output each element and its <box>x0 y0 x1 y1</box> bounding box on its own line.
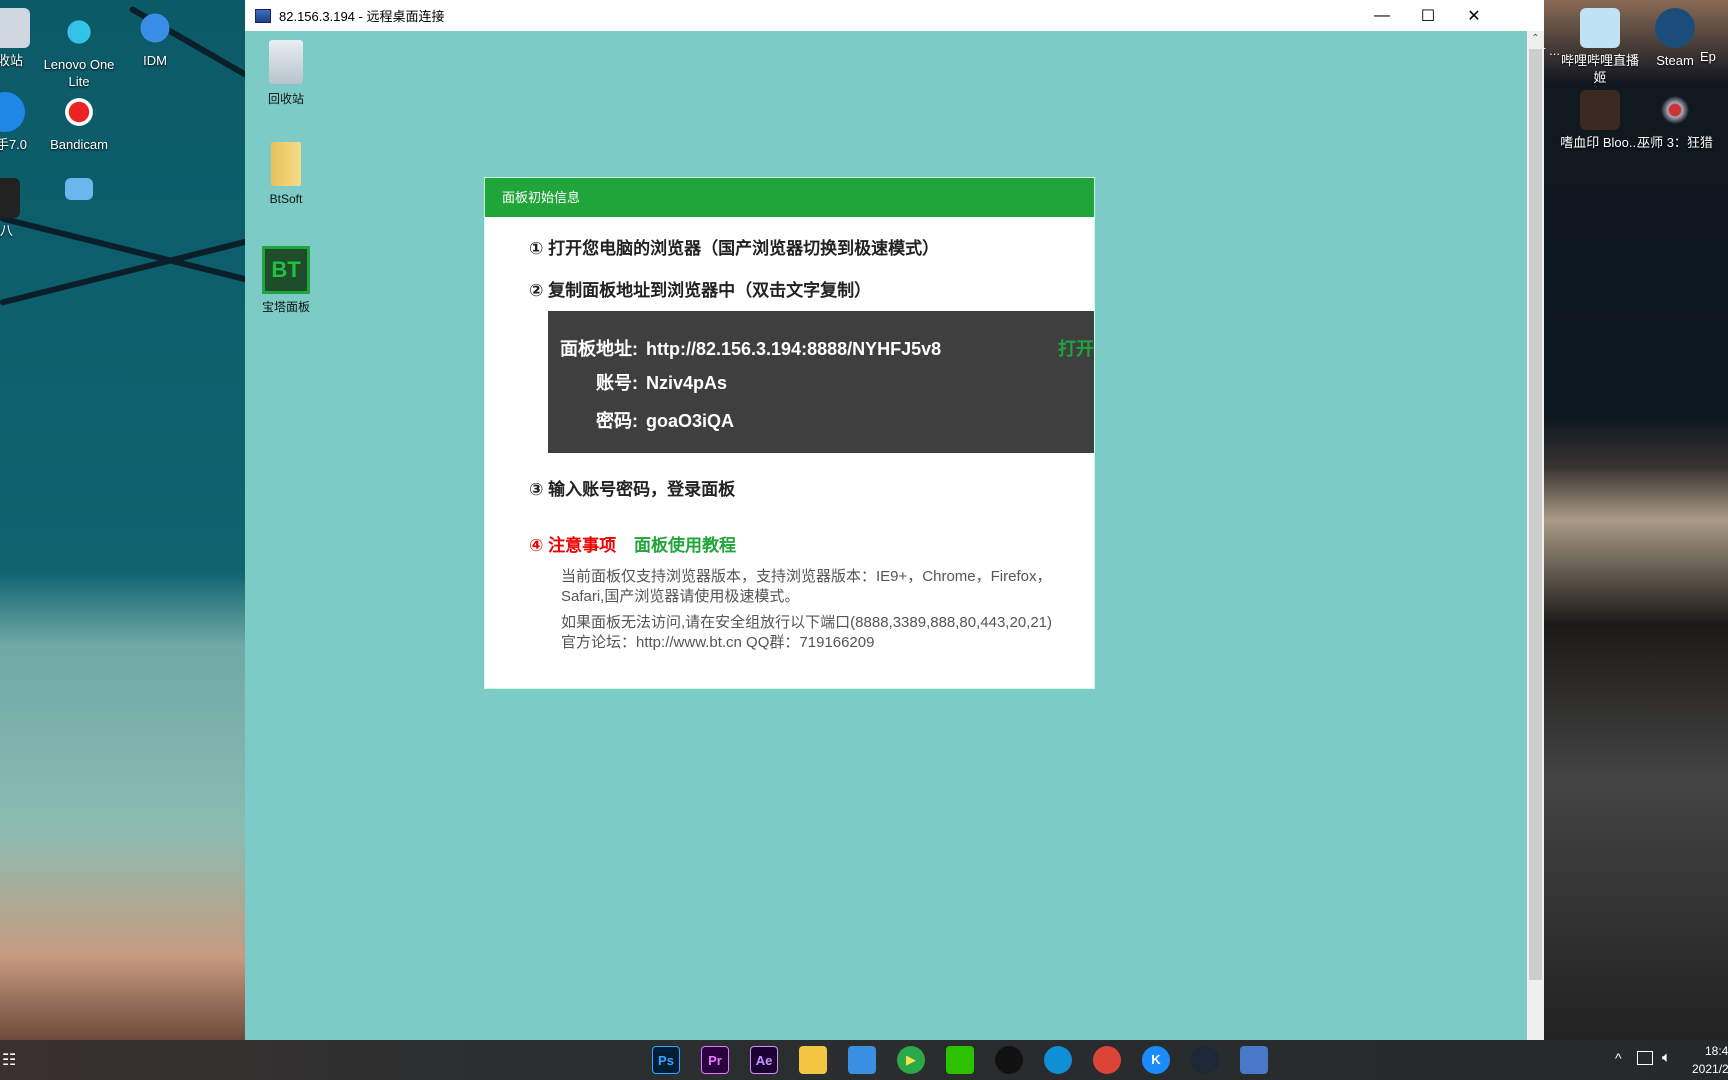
bilibili-live-icon <box>1580 8 1620 48</box>
tray-chevron-icon[interactable]: ^ <box>1615 1050 1622 1066</box>
browser-note: 当前面板仅支持浏览器版本，支持浏览器版本：IE9+，Chrome，Firefox… <box>561 568 1052 605</box>
step-2: ② 复制面板地址到浏览器中（双击文字复制） <box>529 281 872 300</box>
taskbar-media-player-icon[interactable]: ▶ <box>897 1046 925 1074</box>
folder-icon <box>0 178 20 218</box>
dialog-title: 面板初始信息 <box>485 178 1094 217</box>
scroll-up-button[interactable]: ⌃ <box>1527 33 1544 44</box>
witcher-icon <box>1655 90 1695 130</box>
taskbar-remote-desktop-icon[interactable] <box>1240 1046 1268 1074</box>
taskbar-qq-icon[interactable] <box>995 1046 1023 1074</box>
network-icon[interactable] <box>1637 1051 1653 1065</box>
lenovo-one-icon <box>59 12 99 52</box>
control-panel-icon <box>65 178 93 200</box>
bt-panel-icon: BT <box>262 246 310 294</box>
taskbar-edge-icon[interactable] <box>1044 1046 1072 1074</box>
forum-note: 官方论坛：http://www.bt.cn QQ群：719166209 <box>561 634 875 651</box>
taskbar-photoshop-icon[interactable]: Ps <box>652 1046 680 1074</box>
window-title: 82.156.3.194 - 远程桌面连接 <box>279 9 445 24</box>
account-value[interactable]: Nziv4pAs <box>646 373 727 393</box>
desktop-wallpaper-right <box>1544 0 1728 1040</box>
panel-address[interactable]: http://82.156.3.194:8888/NYHFJ5v8 <box>646 339 941 359</box>
taskbar-wechat-icon[interactable] <box>946 1046 974 1074</box>
recycle-bin-icon <box>269 40 303 84</box>
credentials-box: 面板地址: http://82.156.3.194:8888/NYHFJ5v8 打… <box>548 311 1094 453</box>
taskbar-steam-icon[interactable] <box>1191 1046 1219 1074</box>
port-note: 如果面板无法访问,请在安全组放行以下端口(8888,3389,888,80,44… <box>561 614 1053 631</box>
desktop-wallpaper-left <box>0 0 254 1040</box>
clock-date[interactable]: 2021/2 <box>1692 1062 1728 1076</box>
desktop-icon-epic[interactable]: Ep <box>1700 48 1728 65</box>
task-view-icon[interactable]: ☷ <box>2 1050 16 1070</box>
open-link[interactable]: 打开 <box>1058 335 1094 361</box>
maximize-button[interactable]: ☐ <box>1405 0 1451 31</box>
taskbar-kugou-icon[interactable]: K <box>1142 1046 1170 1074</box>
taskbar-app-diamond-icon[interactable] <box>848 1046 876 1074</box>
taskbar-file-explorer-icon[interactable] <box>799 1046 827 1074</box>
volume-icon[interactable]: 🔈︎ <box>1662 1049 1671 1066</box>
password-value[interactable]: goaO3iQA <box>646 411 734 431</box>
account-label: 账号: <box>596 373 638 393</box>
remote-desktop-window[interactable]: 82.156.3.194 - 远程桌面连接 — ☐ ✕ ⌃ 回收站 BtSoft… <box>245 0 1544 1040</box>
step-3: ③ 输入账号密码，登录面板 <box>529 480 736 499</box>
password-label: 密码: <box>596 411 638 431</box>
minimize-button[interactable]: — <box>1359 0 1405 31</box>
taskbar: ☷ Ps Pr Ae ▶ K ^ 🔈︎ 18:4 2021/2 <box>0 1040 1728 1080</box>
recycle-bin-icon <box>0 8 30 48</box>
scrollbar-thumb[interactable] <box>1529 49 1542 980</box>
remote-icon-recycle-bin[interactable]: 回收站 <box>246 40 326 107</box>
address-label: 面板地址: <box>560 339 638 359</box>
folder-icon <box>271 142 301 186</box>
assistant-icon <box>0 92 25 132</box>
desktop-icon-witcher[interactable]: 巫师 3：狂猎 <box>1630 90 1720 151</box>
taskbar-after-effects-icon[interactable]: Ae <box>750 1046 778 1074</box>
clock-time[interactable]: 18:4 <box>1705 1044 1728 1058</box>
step-1: ① 打开您电脑的浏览器（国产浏览器切换到极速模式） <box>529 239 940 258</box>
bloodstained-icon <box>1580 90 1620 130</box>
bandicam-icon <box>59 92 99 132</box>
step-4-notice: ④ 注意事项 <box>529 536 617 555</box>
desktop-icon-idm[interactable]: IDM <box>110 8 200 69</box>
vertical-scrollbar[interactable]: ⌃ <box>1527 31 1544 1040</box>
remote-desktop-icon <box>255 8 271 23</box>
desktop-icon-control-panel[interactable] <box>34 178 124 204</box>
title-bar[interactable]: 82.156.3.194 - 远程桌面连接 <box>245 0 1544 31</box>
remote-icon-btsoft[interactable]: BtSoft <box>246 142 326 206</box>
panel-initial-info-dialog: 面板初始信息 ① 打开您电脑的浏览器（国产浏览器切换到极速模式） ② 复制面板地… <box>484 177 1095 689</box>
desktop-icon-bandicam[interactable]: Bandicam <box>34 92 124 153</box>
steam-icon <box>1655 8 1695 48</box>
idm-icon <box>135 8 175 48</box>
taskbar-chrome-icon[interactable] <box>1093 1046 1121 1074</box>
tutorial-link[interactable]: 面板使用教程 <box>634 531 736 556</box>
remote-icon-bt-panel[interactable]: BT 宝塔面板 <box>246 246 326 315</box>
taskbar-premiere-icon[interactable]: Pr <box>701 1046 729 1074</box>
close-button[interactable]: ✕ <box>1451 0 1497 31</box>
